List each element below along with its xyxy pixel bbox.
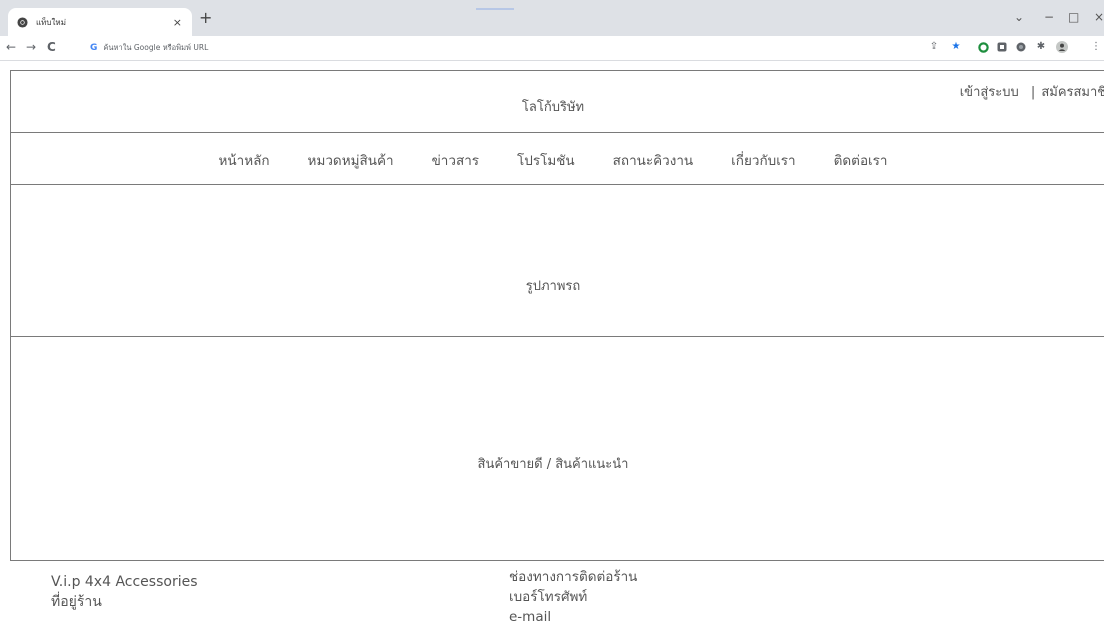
- shop-name: V.i.p 4x4 Accessories: [51, 574, 198, 590]
- bookmark-star-icon[interactable]: ★: [950, 41, 962, 53]
- footer-contact-info: ช่องทางการติดต่อร้าน เบอร์โทรศัพท์ e-mai…: [509, 567, 637, 627]
- address-bar[interactable]: G ค้นหาใน Google หรือพิมพ์ URL: [86, 39, 956, 57]
- extension-green-icon[interactable]: [977, 41, 989, 53]
- browser-tabstrip: แท็บใหม่ × + ⌄ − □ ×: [0, 0, 1104, 36]
- chrome-icon: [16, 16, 28, 28]
- browser-tab[interactable]: แท็บใหม่ ×: [8, 8, 192, 36]
- share-icon[interactable]: ⇪: [928, 41, 940, 53]
- email-label: e-mail: [509, 609, 552, 625]
- extension-circle-icon[interactable]: [1015, 41, 1027, 53]
- register-link[interactable]: สมัครสมาชิก: [1041, 85, 1104, 100]
- nav-item-contact[interactable]: ติดต่อเรา: [834, 149, 888, 171]
- company-logo[interactable]: โลโก้บริษัท: [11, 96, 1095, 117]
- auth-links: เข้าสู่ระบบ | สมัครสมาชิก: [960, 81, 1104, 102]
- car-banner-section: รูปภาพรถ: [10, 185, 1104, 337]
- auth-separator: |: [1030, 85, 1036, 100]
- back-button[interactable]: ←: [6, 40, 16, 54]
- nav-menu: หน้าหลัก หมวดหมู่สินค้า ข่าวสาร โปรโมชัน…: [11, 149, 1095, 171]
- products-placeholder: สินค้าขายดี / สินค้าแนะนำ: [477, 457, 629, 472]
- phone-label: เบอร์โทรศัพท์: [509, 589, 588, 605]
- extension-square-icon[interactable]: [996, 41, 1008, 53]
- footer-shop-info: V.i.p 4x4 Accessories ที่อยู่ร้าน: [51, 572, 198, 612]
- page-content: โลโก้บริษัท เข้าสู่ระบบ | สมัครสมาชิก หน้…: [0, 61, 1104, 630]
- tabstrip-accent: [476, 8, 514, 10]
- shop-address-label: ที่อยู่ร้าน: [51, 594, 102, 610]
- forward-button[interactable]: →: [26, 40, 36, 54]
- nav-item-promotions[interactable]: โปรโมชัน: [517, 149, 575, 171]
- close-window-button[interactable]: ×: [1094, 10, 1104, 24]
- login-link[interactable]: เข้าสู่ระบบ: [960, 85, 1019, 100]
- menu-kebab-icon[interactable]: ⋮: [1090, 41, 1102, 53]
- address-bar-placeholder: ค้นหาใน Google หรือพิมพ์ URL: [103, 43, 209, 52]
- footer: V.i.p 4x4 Accessories ที่อยู่ร้าน ช่องทา…: [0, 561, 1104, 630]
- tab-title: แท็บใหม่: [36, 17, 66, 27]
- minimize-button[interactable]: −: [1044, 10, 1054, 24]
- contact-title: ช่องทางการติดต่อร้าน: [509, 569, 638, 585]
- tab-search-icon[interactable]: ⌄: [1014, 10, 1024, 24]
- nav-item-about[interactable]: เกี่ยวกับเรา: [731, 149, 795, 171]
- profile-avatar-icon[interactable]: [1056, 41, 1068, 53]
- maximize-button[interactable]: □: [1068, 10, 1079, 24]
- main-navigation: หน้าหลัก หมวดหมู่สินค้า ข่าวสาร โปรโมชัน…: [10, 132, 1104, 185]
- reload-button[interactable]: C: [47, 40, 56, 54]
- tab-close-icon[interactable]: ×: [173, 16, 182, 29]
- google-icon: G: [90, 43, 98, 53]
- products-section: สินค้าขายดี / สินค้าแนะนำ: [10, 337, 1104, 561]
- nav-item-categories[interactable]: หมวดหมู่สินค้า: [308, 149, 394, 171]
- new-tab-button[interactable]: +: [199, 9, 212, 27]
- browser-toolbar: ← → C G ค้นหาใน Google หรือพิมพ์ URL ⇪ ★…: [0, 36, 1104, 61]
- banner-placeholder: รูปภาพรถ: [525, 279, 581, 294]
- nav-item-queue-status[interactable]: สถานะคิวงาน: [613, 149, 694, 171]
- header-section: โลโก้บริษัท เข้าสู่ระบบ | สมัครสมาชิก: [10, 70, 1104, 132]
- nav-item-home[interactable]: หน้าหลัก: [218, 149, 269, 171]
- nav-item-news[interactable]: ข่าวสาร: [432, 149, 479, 171]
- extensions-puzzle-icon[interactable]: ✱: [1035, 41, 1047, 53]
